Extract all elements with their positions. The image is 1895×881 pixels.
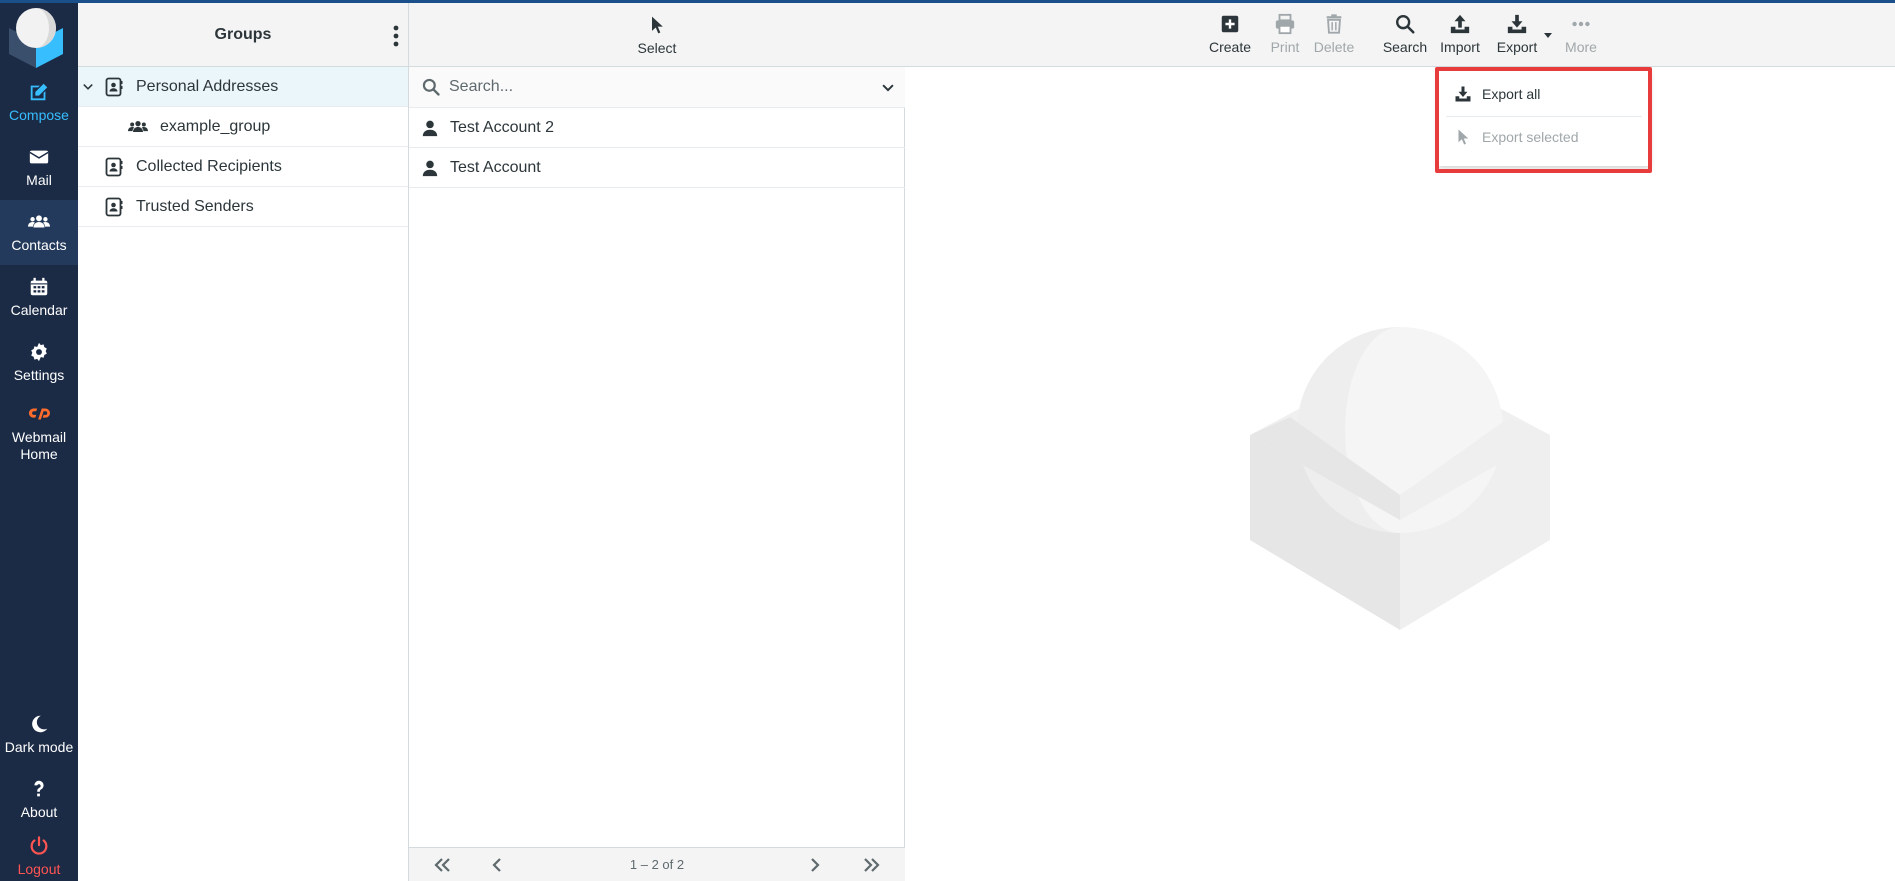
search-button[interactable]: Search xyxy=(1377,13,1433,63)
last-page-icon[interactable] xyxy=(861,857,881,873)
export-all-label: Export all xyxy=(1482,86,1541,102)
group-item-label: Personal Addresses xyxy=(136,77,279,95)
person-icon xyxy=(422,120,438,136)
search-input[interactable] xyxy=(449,78,849,96)
search-icon xyxy=(422,78,440,96)
gear-icon xyxy=(31,342,47,362)
group-item-example-group[interactable]: example_group xyxy=(78,107,408,147)
calendar-icon xyxy=(30,277,48,296)
export-dropdown-arrow-icon[interactable] xyxy=(1542,29,1554,41)
roundcube-logo[interactable] xyxy=(5,6,67,68)
group-item-personal-addresses[interactable]: Personal Addresses xyxy=(78,67,408,107)
address-book-icon xyxy=(105,77,123,96)
list-pager: 1 – 2 of 2 xyxy=(409,847,905,881)
nav-calendar-label: Calendar xyxy=(10,302,68,318)
power-icon xyxy=(30,836,48,855)
group-item-trusted-senders[interactable]: Trusted Senders xyxy=(78,187,408,227)
contact-row[interactable]: Test Account 2 xyxy=(409,108,905,148)
search-label: Search xyxy=(1382,39,1428,55)
nav-webmail-home[interactable]: Webmail Home xyxy=(0,398,78,468)
select-button[interactable]: Select xyxy=(409,3,905,67)
groups-title: Groups xyxy=(214,25,272,43)
export-all-item[interactable]: Export all xyxy=(1438,74,1650,114)
kebab-menu-icon[interactable] xyxy=(392,25,400,47)
export-selected-label: Export selected xyxy=(1482,129,1579,145)
group-item-collected-recipients[interactable]: Collected Recipients xyxy=(78,147,408,187)
nav-mail-label: Mail xyxy=(26,172,52,188)
download-icon xyxy=(1455,86,1471,102)
contacts-list-pane: Select Test Account 2 Test Account 1 – 2… xyxy=(409,3,905,881)
export-button[interactable]: Export xyxy=(1493,13,1541,63)
empty-state-illustration xyxy=(1250,327,1550,630)
select-label: Select xyxy=(637,39,677,56)
import-button[interactable]: Import xyxy=(1435,13,1485,63)
cursor-icon xyxy=(1458,129,1469,145)
chevron-down-icon[interactable] xyxy=(82,81,94,93)
nav-logout[interactable]: Logout xyxy=(0,832,78,881)
plus-square-icon xyxy=(1221,15,1239,33)
download-icon xyxy=(1507,14,1527,34)
export-dropdown-menu: Export all Export selected xyxy=(1438,70,1650,166)
address-book-icon xyxy=(105,157,123,176)
top-accent-line xyxy=(0,0,1895,3)
nav-contacts-label: Contacts xyxy=(11,237,67,253)
cursor-icon xyxy=(652,16,663,33)
create-label: Create xyxy=(1208,39,1252,55)
next-page-icon[interactable] xyxy=(805,857,825,873)
trash-icon xyxy=(1326,14,1342,34)
ellipsis-icon xyxy=(1572,21,1590,27)
contact-name: Test Account 2 xyxy=(450,118,555,136)
chevron-down-icon[interactable] xyxy=(881,81,895,95)
compose-icon xyxy=(30,83,48,101)
nav-settings-label: Settings xyxy=(13,367,65,383)
person-icon xyxy=(422,160,438,176)
contact-search-bar xyxy=(409,67,905,108)
upload-icon xyxy=(1450,14,1470,34)
nav-dark-mode[interactable]: Dark mode xyxy=(0,702,78,767)
users-icon xyxy=(128,120,148,132)
question-icon xyxy=(34,780,44,797)
nav-dark-mode-label: Dark mode xyxy=(4,739,74,755)
envelope-icon xyxy=(29,150,49,164)
export-label: Export xyxy=(1496,39,1538,55)
import-label: Import xyxy=(1440,39,1480,55)
address-book-icon xyxy=(105,197,123,216)
moon-icon xyxy=(32,715,48,733)
nav-mail[interactable]: Mail xyxy=(0,135,78,200)
nav-contacts[interactable]: Contacts xyxy=(0,200,78,265)
group-item-label: Collected Recipients xyxy=(136,157,282,175)
nav-settings[interactable]: Settings xyxy=(0,330,78,395)
cpanel-icon xyxy=(28,408,50,420)
users-icon xyxy=(28,215,50,228)
delete-button[interactable]: Delete xyxy=(1309,13,1359,63)
group-item-label: example_group xyxy=(160,117,271,135)
print-button[interactable]: Print xyxy=(1263,13,1307,63)
main-navigation: Compose Mail Contacts Calendar Settings … xyxy=(0,0,78,881)
nav-logout-label: Logout xyxy=(17,861,61,877)
more-button[interactable]: More xyxy=(1559,13,1603,63)
nav-webmail-home-label: Webmail Home xyxy=(11,429,67,462)
contact-row[interactable]: Test Account xyxy=(409,148,905,188)
nav-about-label: About xyxy=(20,804,58,820)
create-button[interactable]: Create xyxy=(1203,13,1257,63)
pager-count: 1 – 2 of 2 xyxy=(629,857,685,872)
nav-compose-label: Compose xyxy=(9,107,69,123)
delete-label: Delete xyxy=(1313,39,1355,55)
nav-about[interactable]: About xyxy=(0,767,78,832)
groups-pane: Groups Personal Addresses example_group … xyxy=(78,3,409,881)
groups-header: Groups xyxy=(78,3,408,67)
nav-compose[interactable]: Compose xyxy=(0,70,78,135)
print-label: Print xyxy=(1270,39,1300,55)
export-selected-item[interactable]: Export selected xyxy=(1438,117,1650,157)
printer-icon xyxy=(1275,13,1295,35)
nav-calendar[interactable]: Calendar xyxy=(0,265,78,330)
group-item-label: Trusted Senders xyxy=(136,197,254,215)
contact-name: Test Account xyxy=(450,158,541,176)
search-icon xyxy=(1396,15,1415,34)
contacts-toolbar: Create Print Delete Search Import Export… xyxy=(905,3,1895,67)
more-label: More xyxy=(1565,39,1597,55)
